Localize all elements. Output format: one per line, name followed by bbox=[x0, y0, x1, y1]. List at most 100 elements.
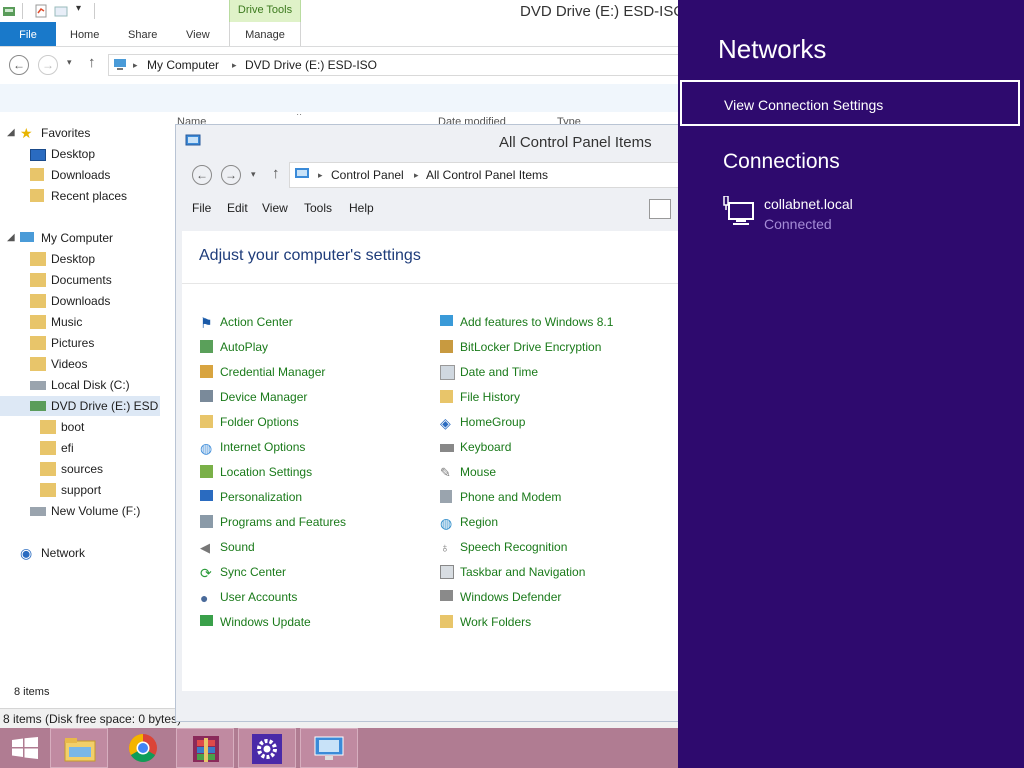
cp-item-label: BitLocker Drive Encryption bbox=[460, 340, 602, 354]
cp-item-label: Sound bbox=[220, 540, 255, 554]
cp-item-label: File History bbox=[460, 390, 521, 404]
breadcrumb-separator: ▸ bbox=[133, 60, 138, 70]
window-bottom-edge bbox=[182, 691, 678, 721]
networks-title: Networks bbox=[718, 34, 827, 64]
nav-label: efi bbox=[61, 441, 74, 455]
tab-home[interactable]: Home bbox=[70, 22, 99, 46]
address-bar[interactable]: ▸ My Computer ▸ DVD Drive (E:) ESD-ISO bbox=[108, 54, 678, 76]
settings-icon bbox=[252, 734, 282, 764]
cp-item-label: HomeGroup bbox=[460, 415, 526, 429]
nav-label: sources bbox=[61, 462, 104, 476]
ethernet-icon bbox=[723, 196, 754, 225]
nav-label: New Volume (F:) bbox=[51, 504, 141, 518]
speaker-icon: ◀ bbox=[200, 540, 210, 555]
navigation-pane: ◢ ★ Favorites Desktop Downloads Recent p… bbox=[0, 112, 170, 712]
divider bbox=[182, 283, 678, 284]
recent-locations-dropdown[interactable]: ▾ bbox=[67, 57, 72, 68]
back-button[interactable]: ← bbox=[192, 165, 212, 185]
breadcrumb-dvd-drive[interactable]: DVD Drive (E:) ESD-ISO bbox=[245, 58, 377, 72]
up-button[interactable]: ↑ bbox=[88, 54, 96, 71]
cp-item-label: User Accounts bbox=[220, 590, 298, 604]
collapse-arrow-icon[interactable]: ◢ bbox=[7, 228, 15, 248]
personalization-icon bbox=[200, 490, 213, 501]
breadcrumb-separator: ▸ bbox=[232, 60, 237, 70]
folder-icon bbox=[40, 420, 56, 434]
forward-button[interactable]: → bbox=[221, 165, 241, 185]
control-panel-content: Adjust your computer's settings ⚑ Action … bbox=[182, 231, 678, 691]
network-connection-item[interactable]: collabnet.local Connected bbox=[723, 194, 1003, 238]
drive-tools-context-label: Drive Tools bbox=[229, 0, 301, 22]
properties-icon[interactable] bbox=[34, 4, 48, 18]
recent-places-icon bbox=[30, 189, 44, 202]
window-title: DVD Drive (E:) ESD-ISO bbox=[520, 3, 678, 20]
tab-view[interactable]: View bbox=[186, 22, 210, 46]
breadcrumb-control-panel[interactable]: Control Panel bbox=[331, 168, 404, 182]
customize-toolbar-icon[interactable]: ▾ bbox=[76, 3, 81, 14]
tab-file[interactable]: File bbox=[0, 22, 56, 46]
nav-label: Desktop bbox=[51, 147, 96, 161]
hard-drive-icon bbox=[30, 507, 46, 516]
menu-help[interactable]: Help bbox=[349, 201, 374, 215]
sync-icon: ⟳ bbox=[200, 565, 212, 581]
up-button[interactable]: ↑ bbox=[272, 165, 280, 182]
control-panel-icon bbox=[185, 134, 201, 146]
computer-icon bbox=[114, 59, 126, 70]
nav-label: DVD Drive (E:) ESD-ISO bbox=[51, 399, 158, 413]
status-text: 8 items (Disk free space: 0 bytes) bbox=[3, 712, 182, 726]
cp-item-label: Speech Recognition bbox=[460, 540, 568, 554]
nav-label: support bbox=[61, 483, 102, 497]
desktop-icon bbox=[30, 149, 46, 161]
taskbar-icon bbox=[440, 565, 454, 579]
breadcrumb-all-items[interactable]: All Control Panel Items bbox=[426, 168, 548, 182]
folder-icon bbox=[30, 273, 46, 287]
windows-update-icon bbox=[200, 615, 213, 626]
collapse-arrow-icon[interactable]: ◢ bbox=[7, 123, 15, 143]
dvd-drive-icon bbox=[30, 401, 46, 411]
menu-file[interactable]: File bbox=[192, 201, 211, 215]
recent-locations-dropdown[interactable]: ▾ bbox=[251, 169, 256, 180]
nav-label: Local Disk (C:) bbox=[51, 378, 130, 392]
menu-view[interactable]: View bbox=[262, 201, 288, 215]
location-icon bbox=[200, 465, 213, 478]
network-name: collabnet.local bbox=[764, 196, 853, 212]
back-button[interactable]: ← bbox=[9, 55, 29, 75]
cp-item-label: Internet Options bbox=[220, 440, 306, 454]
nav-dvd-drive[interactable]: DVD Drive (E:) ESD-ISO bbox=[30, 396, 158, 416]
folder-icon bbox=[30, 315, 46, 329]
address-bar[interactable]: ▸ Control Panel ▸ All Control Panel Item… bbox=[289, 162, 678, 188]
cp-item-label: Windows Update bbox=[220, 615, 311, 629]
folder-icon bbox=[40, 462, 56, 476]
breadcrumb-my-computer[interactable]: My Computer bbox=[147, 58, 219, 72]
tab-manage[interactable]: Manage bbox=[229, 22, 301, 46]
file-history-icon bbox=[440, 390, 453, 403]
cp-item-label: Date and Time bbox=[460, 365, 539, 379]
nav-label: Downloads bbox=[51, 168, 111, 182]
cp-item-label: Taskbar and Navigation bbox=[460, 565, 586, 579]
folder-icon bbox=[30, 294, 46, 308]
file-explorer-window: ▾ Drive Tools DVD Drive (E:) ESD-ISO Fil… bbox=[0, 0, 678, 728]
folder-icon bbox=[40, 441, 56, 455]
credential-icon bbox=[200, 365, 213, 378]
cp-item-label: Sync Center bbox=[220, 565, 287, 579]
taskbar-settings[interactable] bbox=[238, 728, 296, 768]
keyboard-icon bbox=[440, 444, 454, 452]
downloads-folder-icon bbox=[30, 168, 44, 181]
taskbar-chrome[interactable] bbox=[114, 728, 172, 768]
preview-pane-icon[interactable] bbox=[649, 199, 671, 219]
nav-network-label: Network bbox=[41, 546, 86, 560]
programs-icon bbox=[200, 515, 213, 528]
start-icon bbox=[12, 737, 38, 759]
menu-edit[interactable]: Edit bbox=[227, 201, 248, 215]
folder-icon bbox=[30, 252, 46, 266]
view-connection-settings-button[interactable]: View Connection Settings bbox=[680, 80, 1020, 126]
new-folder-icon[interactable] bbox=[54, 4, 68, 18]
taskbar-winrar[interactable] bbox=[176, 728, 234, 768]
network-status: Connected bbox=[764, 216, 832, 232]
cp-item-label: Add features to Windows 8.1 bbox=[460, 315, 614, 329]
taskbar-control-panel[interactable] bbox=[300, 728, 358, 768]
forward-button[interactable]: → bbox=[38, 55, 58, 75]
flag-icon: ⚑ bbox=[200, 315, 213, 331]
taskbar-file-explorer[interactable] bbox=[50, 728, 108, 768]
menu-tools[interactable]: Tools bbox=[304, 201, 332, 215]
tab-share[interactable]: Share bbox=[128, 22, 157, 46]
